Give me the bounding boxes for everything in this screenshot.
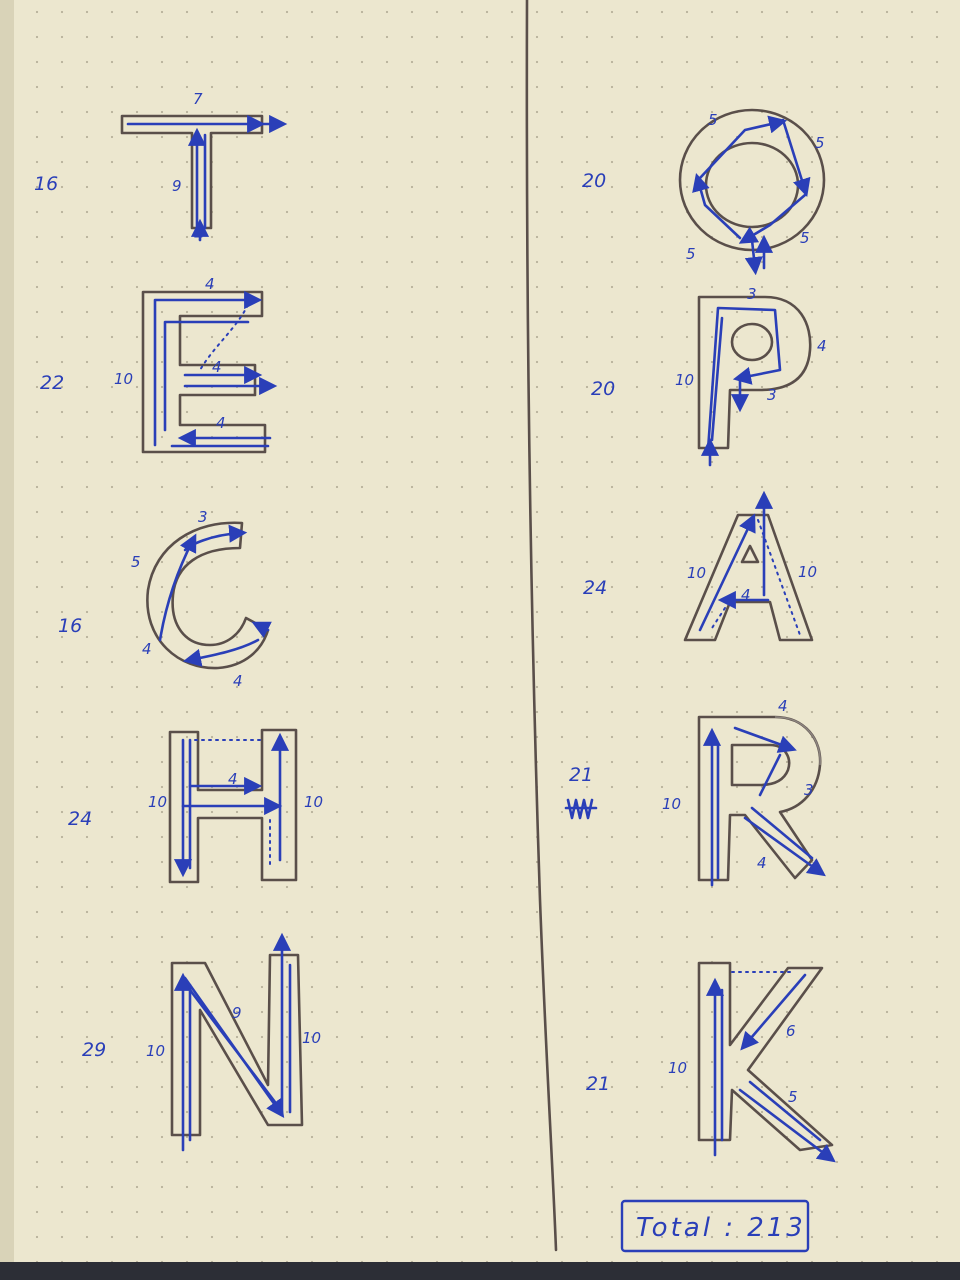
letter-o-segment-3: 5 <box>800 229 810 247</box>
letter-p-count: 20 <box>591 378 615 400</box>
letter-k-segment-1: 10 <box>668 1059 687 1077</box>
letter-t-segment-1: 7 <box>193 90 203 108</box>
letter-o-segment-1: 5 <box>708 111 718 129</box>
letter-p-segment-1: 3 <box>747 285 757 303</box>
letter-h-segment-2: 4 <box>228 770 238 788</box>
total-label: Total : 213 <box>636 1213 806 1243</box>
letter-o-segment-4: 5 <box>686 245 696 263</box>
letter-n-segment-1: 10 <box>146 1042 165 1060</box>
letter-h-segment-3: 10 <box>304 793 323 811</box>
notebook-page: 7 9 4 16 4 10 4 4 22 3 5 4 4 16 10 4 10 … <box>0 0 960 1280</box>
letter-t-segment-2: 9 <box>172 177 182 195</box>
letter-t-count: 16 <box>34 173 58 195</box>
letter-r-segment-4: 4 <box>757 854 767 872</box>
letter-p-segment-3: 10 <box>675 371 694 389</box>
letter-c-segment-4: 4 <box>233 672 243 690</box>
letter-a-segment-2: 10 <box>798 563 817 581</box>
letter-c-segment-2: 5 <box>131 553 141 571</box>
letter-n-count: 29 <box>82 1039 106 1061</box>
page-shadow-left <box>0 0 14 1280</box>
letter-r-segment-2: 10 <box>662 795 681 813</box>
letter-o-count: 20 <box>582 170 606 192</box>
letter-n-segment-3: 10 <box>302 1029 321 1047</box>
letter-e-segment-3: 4 <box>212 358 222 376</box>
letter-c-segment-3: 4 <box>142 640 152 658</box>
desk-edge <box>0 1262 960 1280</box>
letter-a-segment-1: 10 <box>687 564 706 582</box>
letter-r-segment-1: 4 <box>778 697 788 715</box>
letter-a-segment-3: 4 <box>741 586 751 604</box>
letter-t-segment-3: 4 <box>194 226 204 244</box>
letter-h-count: 24 <box>68 808 92 830</box>
letter-e-segment-2: 10 <box>114 370 133 388</box>
letter-p-segment-2: 4 <box>817 337 827 355</box>
letter-k-count: 21 <box>586 1073 610 1095</box>
letter-k-segment-3: 5 <box>788 1088 798 1106</box>
letter-e-segment-1: 4 <box>205 275 215 293</box>
letter-o-segment-2: 5 <box>815 134 825 152</box>
letter-r-count: 21 <box>569 764 593 786</box>
letter-c-segment-1: 3 <box>198 508 208 526</box>
letter-k-segment-2: 6 <box>786 1022 796 1040</box>
letter-p-segment-4: 3 <box>767 386 777 404</box>
letter-h-segment-1: 10 <box>148 793 167 811</box>
letter-n-segment-2: 9 <box>232 1004 242 1022</box>
letter-c-count: 16 <box>58 615 82 637</box>
letter-r-segment-3: 3 <box>804 781 814 799</box>
letter-e-segment-4: 4 <box>216 414 226 432</box>
letter-a-count: 24 <box>583 577 607 599</box>
letter-e-count: 22 <box>40 372 64 394</box>
